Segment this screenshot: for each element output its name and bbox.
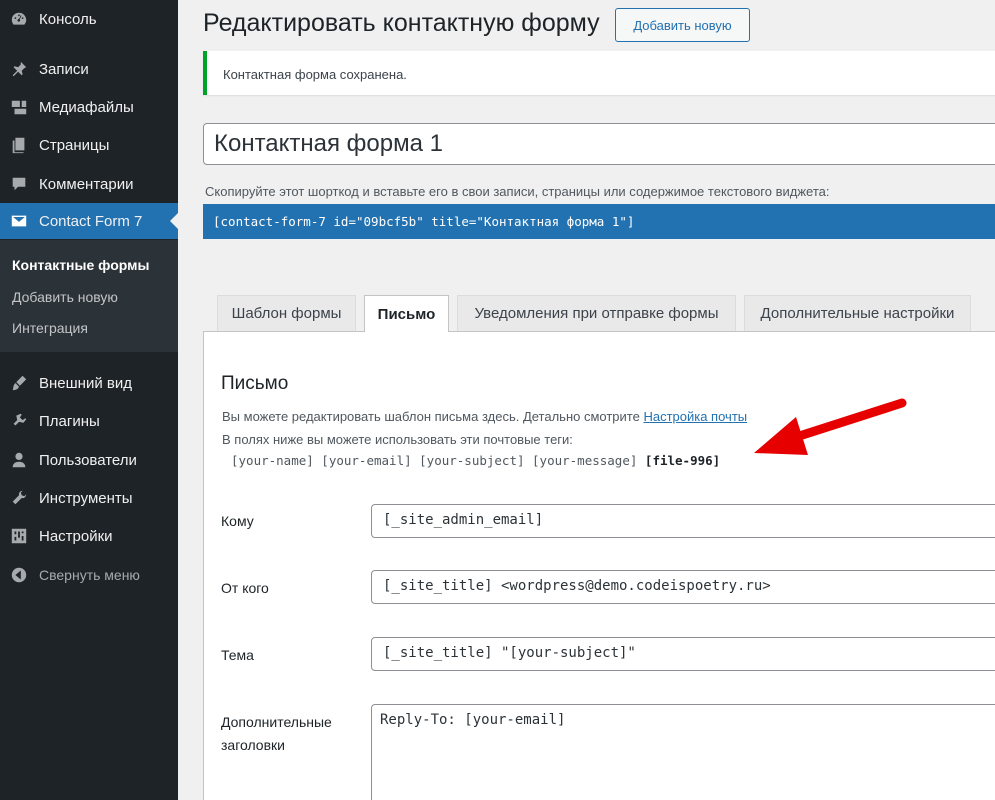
to-input[interactable]: [_site_admin_email] bbox=[371, 504, 995, 538]
page-title: Редактировать контактную форму bbox=[203, 9, 600, 37]
wrench-icon bbox=[10, 489, 28, 507]
menu-item-label: Contact Form 7 bbox=[39, 212, 143, 230]
success-notice: Контактная форма сохранена. bbox=[203, 51, 995, 95]
shortcode-hint: Скопируйте этот шорткод и вставьте его в… bbox=[205, 184, 830, 199]
tab-messages[interactable]: Уведомления при отправке формы bbox=[457, 295, 736, 331]
headers-label-line2: заголовки bbox=[221, 737, 285, 753]
menu-item-label: Медиафайлы bbox=[39, 98, 134, 116]
menu-item-label: Пользователи bbox=[39, 451, 137, 469]
media-icon bbox=[10, 98, 28, 116]
menu-item-label: Внешний вид bbox=[39, 374, 132, 392]
collapse-label: Свернуть меню bbox=[39, 567, 140, 583]
tab-mail[interactable]: Письмо bbox=[364, 295, 449, 332]
menu-item-settings[interactable]: Настройки bbox=[0, 518, 178, 554]
tab-form-template[interactable]: Шаблон формы bbox=[217, 295, 356, 331]
dashboard-icon bbox=[10, 10, 28, 28]
mail-tags-hint: В полях ниже вы можете использовать эти … bbox=[222, 432, 573, 447]
collapse-menu-button[interactable]: Свернуть меню bbox=[0, 557, 178, 593]
mail-description: Вы можете редактировать шаблон письма зд… bbox=[222, 409, 747, 424]
contact-form-submenu: Контактные формы Добавить новую Интеграц… bbox=[0, 240, 178, 352]
collapse-icon bbox=[10, 566, 28, 584]
menu-item-label: Записи bbox=[39, 60, 89, 78]
menu-item-posts[interactable]: Записи bbox=[0, 51, 178, 87]
additional-headers-textarea[interactable]: Reply-To: [your-email] bbox=[371, 704, 995, 800]
menu-item-appearance[interactable]: Внешний вид bbox=[0, 365, 178, 401]
menu-item-users[interactable]: Пользователи bbox=[0, 442, 178, 478]
mail-tags-list: [your-name] [your-email] [your-subject] … bbox=[231, 453, 645, 468]
mail-tags: [your-name] [your-email] [your-subject] … bbox=[231, 453, 720, 468]
from-input[interactable]: [_site_title] <wordpress@demo.codeispoet… bbox=[371, 570, 995, 604]
menu-item-tools[interactable]: Инструменты bbox=[0, 480, 178, 516]
form-title-input[interactable]: Контактная форма 1 bbox=[203, 123, 995, 165]
red-arrow-annotation bbox=[754, 398, 907, 455]
mail-description-text: Вы можете редактировать шаблон письма зд… bbox=[222, 409, 644, 424]
add-new-button[interactable]: Добавить новую bbox=[615, 8, 750, 42]
mail-setup-link[interactable]: Настройка почты bbox=[643, 409, 747, 424]
menu-item-label: Инструменты bbox=[39, 489, 133, 507]
comment-icon bbox=[10, 175, 28, 193]
menu-item-label: Страницы bbox=[39, 136, 110, 154]
plugin-icon bbox=[10, 412, 28, 430]
submenu-contact-forms[interactable]: Контактные формы bbox=[12, 257, 149, 273]
menu-item-label: Комментарии bbox=[39, 175, 134, 193]
menu-item-dashboard[interactable]: Консоль bbox=[0, 1, 178, 37]
pages-icon bbox=[10, 136, 28, 154]
from-label: От кого bbox=[221, 580, 269, 596]
menu-item-contact-form-7[interactable]: Contact Form 7 bbox=[0, 203, 178, 239]
menu-item-label: Плагины bbox=[39, 412, 100, 430]
submenu-integration[interactable]: Интеграция bbox=[12, 320, 88, 336]
shortcode-field[interactable]: [contact-form-7 id="09bcf5b" title="Конт… bbox=[203, 204, 995, 239]
pin-icon bbox=[10, 60, 28, 78]
menu-item-media[interactable]: Медиафайлы bbox=[0, 89, 178, 125]
admin-sidebar: Консоль Записи Медиафайлы Страницы Комме… bbox=[0, 0, 178, 800]
subject-input[interactable]: [_site_title] "[your-subject]" bbox=[371, 637, 995, 671]
mail-icon bbox=[10, 212, 28, 230]
settings-icon bbox=[10, 527, 28, 545]
menu-item-label: Консоль bbox=[39, 10, 97, 28]
menu-item-label: Настройки bbox=[39, 527, 113, 545]
tab-additional-settings[interactable]: Дополнительные настройки bbox=[744, 295, 971, 331]
menu-item-plugins[interactable]: Плагины bbox=[0, 403, 178, 439]
to-label: Кому bbox=[221, 513, 254, 529]
menu-item-comments[interactable]: Комментарии bbox=[0, 166, 178, 202]
mail-heading: Письмо bbox=[221, 373, 289, 394]
brush-icon bbox=[10, 374, 28, 392]
file-tag-highlight: [file-996] bbox=[644, 453, 721, 468]
user-icon bbox=[10, 451, 28, 469]
menu-item-pages[interactable]: Страницы bbox=[0, 127, 178, 163]
headers-label-line1: Дополнительные bbox=[221, 714, 332, 730]
subject-label: Тема bbox=[221, 647, 254, 663]
submenu-add-new[interactable]: Добавить новую bbox=[12, 289, 118, 305]
